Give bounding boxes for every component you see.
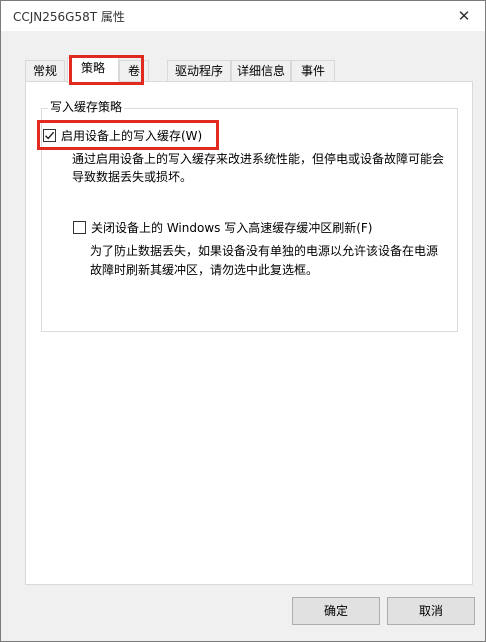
ok-button[interactable]: 确定 [292, 597, 380, 625]
tab-label: 常规 [32, 64, 57, 78]
cancel-button[interactable]: 取消 [387, 597, 475, 625]
close-icon[interactable]: ✕ [453, 5, 475, 27]
disable-flush-desc-line2: 故障时刷新其缓冲区，请勿选中此复选框。 [90, 263, 319, 277]
window-title: CCJN256G58T 属性 [13, 10, 125, 24]
tab-details[interactable]: 详细信息 [231, 60, 291, 82]
enable-write-cache-desc-line2: 导致数据丢失或损坏。 [72, 170, 193, 184]
policies-panel: 写入缓存策略 启用设备上的写入缓存(W) 通过启用设备上的写入缓存来改进系统性能… [25, 81, 473, 585]
disable-flush-option[interactable]: 关闭设备上的 Windows 写入高速缓存缓冲区刷新(F) [73, 219, 372, 236]
tab-driver[interactable]: 驱动程序 [167, 60, 231, 82]
tab-general[interactable]: 常规 [25, 60, 65, 82]
disable-flush-checkbox[interactable] [73, 221, 86, 234]
highlight-box-tab [69, 55, 144, 85]
disable-flush-label: 关闭设备上的 Windows 写入高速缓存缓冲区刷新(F) [91, 221, 373, 235]
group-title: 写入缓存策略 [48, 98, 125, 115]
tab-label: 详细信息 [236, 64, 285, 78]
properties-dialog: CCJN256G58T 属性 ✕ 常规 策略 卷 驱动程序 详细信息 事件 写入… [0, 0, 486, 642]
tab-label: 事件 [300, 64, 325, 78]
enable-write-cache-desc-line1: 通过启用设备上的写入缓存来改进系统性能，但停电或设备故障可能会 [72, 152, 445, 166]
tab-label: 驱动程序 [174, 64, 223, 78]
highlight-box-checkbox [37, 120, 219, 150]
title-bar: CCJN256G58T 属性 ✕ [1, 1, 485, 31]
disable-flush-desc-line1: 为了防止数据丢失，如果设备没有单独的电源以允许该设备在电源 [90, 244, 439, 258]
tab-events[interactable]: 事件 [291, 60, 335, 82]
